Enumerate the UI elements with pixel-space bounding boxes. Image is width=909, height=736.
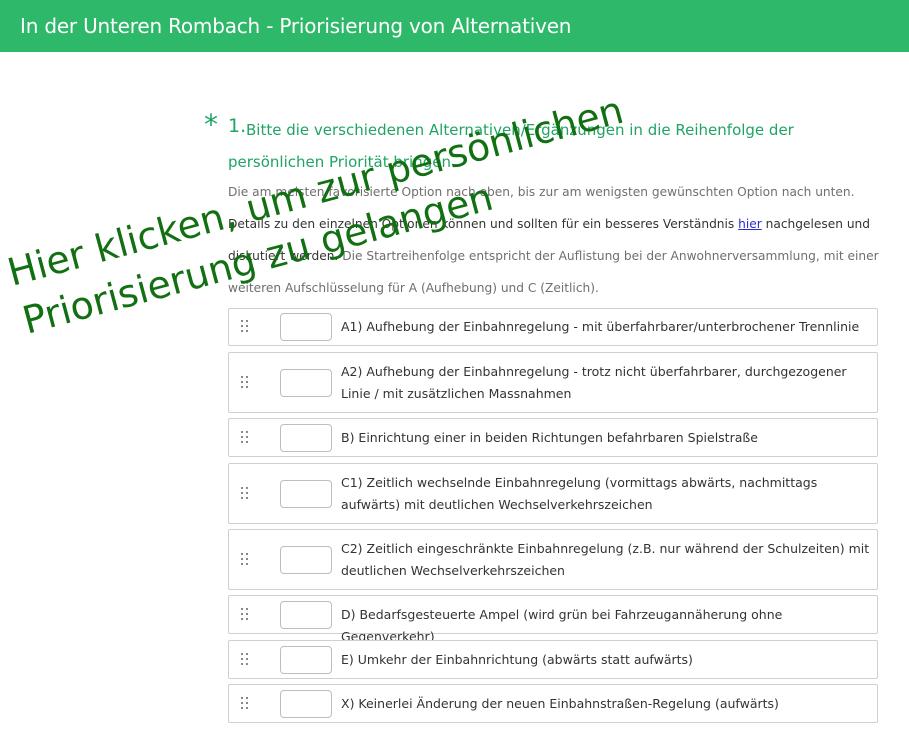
drag-handle-icon[interactable]: [241, 553, 251, 565]
rank-select[interactable]: [280, 646, 332, 674]
ranking-option-label: E) Umkehr der Einbahnrichtung (abwärts s…: [341, 652, 693, 667]
drag-handle-icon[interactable]: [241, 697, 251, 709]
drag-handle-icon[interactable]: [241, 653, 251, 665]
ranking-option[interactable]: C1) Zeitlich wechselnde Einbahnregelung …: [228, 463, 878, 524]
drag-handle-icon[interactable]: [241, 320, 251, 332]
question-description: Die am meisten favorisierte Option nach …: [228, 176, 888, 304]
rank-select[interactable]: [280, 480, 332, 508]
ranking-option[interactable]: X) Keinerlei Änderung der neuen Einbahns…: [228, 684, 878, 723]
ranking-option-label: C2) Zeitlich eingeschränkte Einbahnregel…: [341, 541, 870, 578]
ranking-option[interactable]: E) Umkehr der Einbahnrichtung (abwärts s…: [228, 640, 878, 679]
rank-select[interactable]: [280, 546, 332, 574]
ranking-option-label: A2) Aufhebung der Einbahnregelung - trot…: [341, 364, 847, 401]
drag-handle-icon[interactable]: [241, 487, 251, 499]
description-line-2: Details zu den einzelnen Optionen können…: [228, 208, 888, 304]
ranking-option[interactable]: C2) Zeitlich eingeschränkte Einbahnregel…: [228, 529, 878, 590]
description-line-1: Die am meisten favorisierte Option nach …: [228, 185, 855, 199]
ranking-option[interactable]: A2) Aufhebung der Einbahnregelung - trot…: [228, 352, 878, 413]
ranking-option[interactable]: A1) Aufhebung der Einbahnregelung - mit …: [228, 308, 878, 346]
drag-handle-icon[interactable]: [241, 431, 251, 443]
drag-handle-icon[interactable]: [241, 608, 251, 620]
rank-select[interactable]: [280, 690, 332, 718]
ranking-option[interactable]: B) Einrichtung einer in beiden Richtunge…: [228, 418, 878, 457]
rank-select[interactable]: [280, 424, 332, 452]
drag-handle-icon[interactable]: [241, 376, 251, 388]
rank-select[interactable]: [280, 369, 332, 397]
ranking-option[interactable]: D) Bedarfsgesteuerte Ampel (wird grün be…: [228, 595, 878, 644]
required-marker: *: [204, 108, 218, 141]
rank-select[interactable]: [280, 601, 332, 629]
survey-header: In der Unteren Rombach - Priorisierung v…: [0, 0, 909, 52]
question-title-text: Bitte die verschiedenen Alternativen/Erg…: [228, 121, 794, 171]
survey-title: In der Unteren Rombach - Priorisierung v…: [20, 14, 572, 38]
question-title: Bitte die verschiedenen Alternativen/Erg…: [228, 114, 888, 178]
ranking-option-label: C1) Zeitlich wechselnde Einbahnregelung …: [341, 475, 818, 512]
ranking-option-label: X) Keinerlei Änderung der neuen Einbahns…: [341, 696, 779, 711]
rank-select[interactable]: [280, 313, 332, 341]
ranking-option-label: B) Einrichtung einer in beiden Richtunge…: [341, 430, 758, 445]
ranking-option-label: A1) Aufhebung der Einbahnregelung - mit …: [341, 319, 860, 334]
description-details-text: Details zu den einzelnen Optionen können…: [228, 217, 739, 231]
details-link[interactable]: hier: [738, 217, 762, 231]
